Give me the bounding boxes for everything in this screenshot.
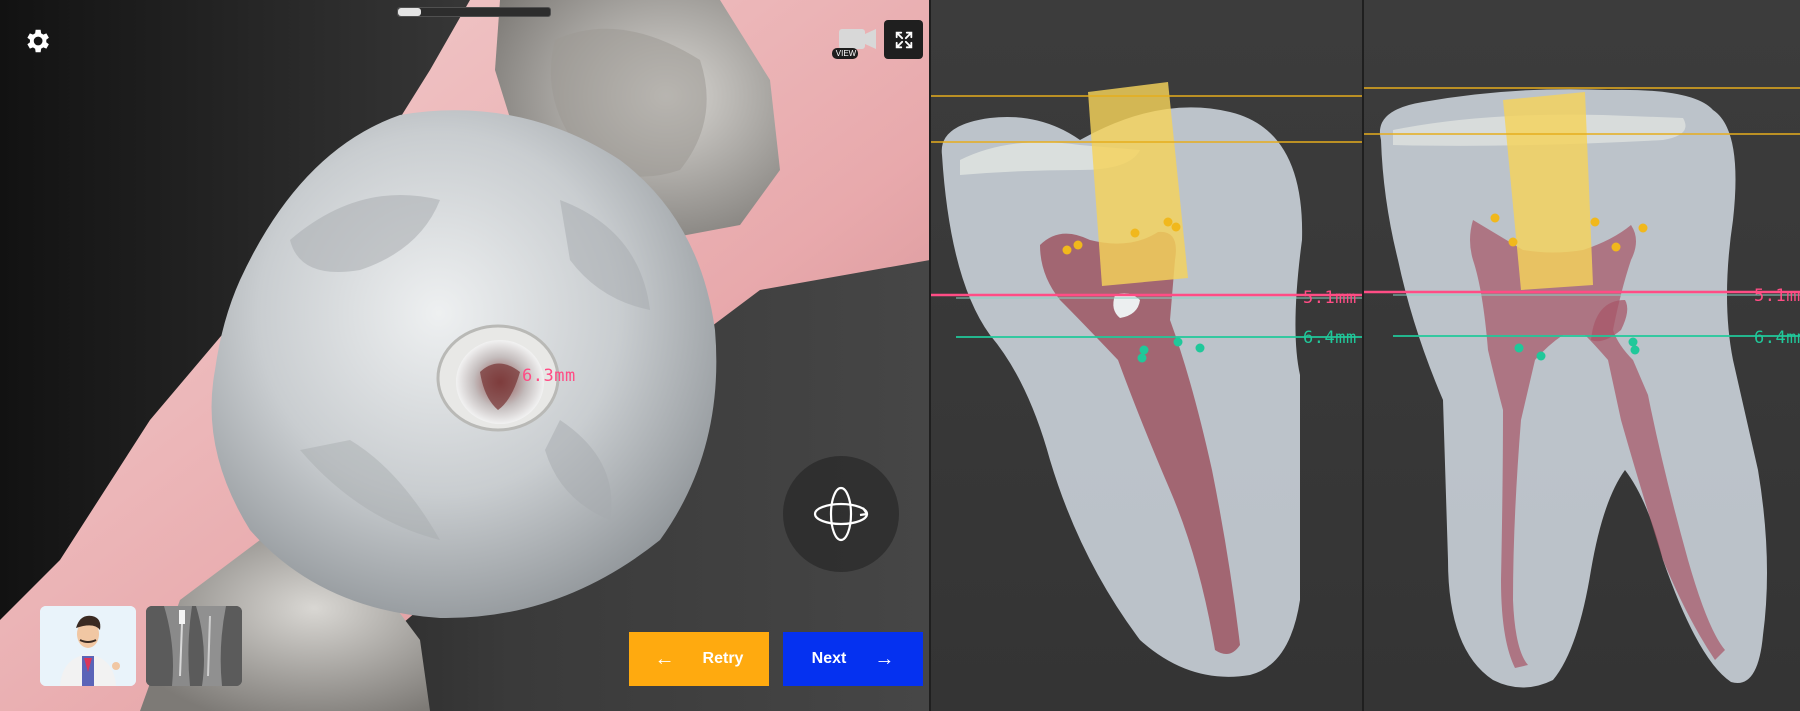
green-measure-label-1: 6.4mm xyxy=(1303,328,1357,348)
view-camera-button[interactable]: VIEW xyxy=(830,24,878,60)
tooth-cross-section-2 xyxy=(1363,87,1800,688)
main-3d-view[interactable]: 6.3mm VIEW ← Retry Next → xyxy=(0,0,930,711)
fullscreen-icon xyxy=(895,31,912,48)
view-label: VIEW xyxy=(835,49,857,58)
doctor-avatar xyxy=(40,606,136,686)
app-root: 6.3mm VIEW ← Retry Next → 5.1mm 6.4mm 5.… xyxy=(0,0,1800,711)
gear-icon[interactable] xyxy=(22,26,52,56)
xray-image xyxy=(146,606,242,686)
progress-bar-fill xyxy=(398,8,421,16)
retry-label: Retry xyxy=(702,650,744,667)
measure-label-occlusal: 6.3mm xyxy=(522,366,576,386)
green-measure-label-2: 6.4mm xyxy=(1754,328,1800,348)
pink-measure-label-1: 5.1mm xyxy=(1303,288,1357,308)
arrow-left-icon: ← xyxy=(654,648,675,670)
panel-divider xyxy=(929,0,931,711)
doctor-avatar-thumbnail[interactable] xyxy=(40,606,136,686)
next-button[interactable]: Next → xyxy=(783,632,923,686)
side-view-mesial[interactable]: 5.1mm 6.4mm xyxy=(930,0,1363,711)
tooth-cross-section-1 xyxy=(930,82,1363,677)
side-view-buccal[interactable]: 5.1mm 6.4mm xyxy=(1363,0,1800,711)
progress-bar xyxy=(397,7,551,17)
arrow-right-icon: → xyxy=(874,648,895,670)
occlusal-scene xyxy=(0,0,930,711)
xray-thumbnail[interactable] xyxy=(146,606,242,686)
panel-divider xyxy=(1362,0,1364,711)
rotate-3d-icon xyxy=(813,486,869,542)
pink-measure-label-2: 5.1mm xyxy=(1754,286,1800,306)
next-label: Next xyxy=(811,650,847,667)
fullscreen-button[interactable] xyxy=(884,20,923,59)
rotate-control[interactable] xyxy=(783,456,899,572)
retry-button[interactable]: ← Retry xyxy=(629,632,769,686)
